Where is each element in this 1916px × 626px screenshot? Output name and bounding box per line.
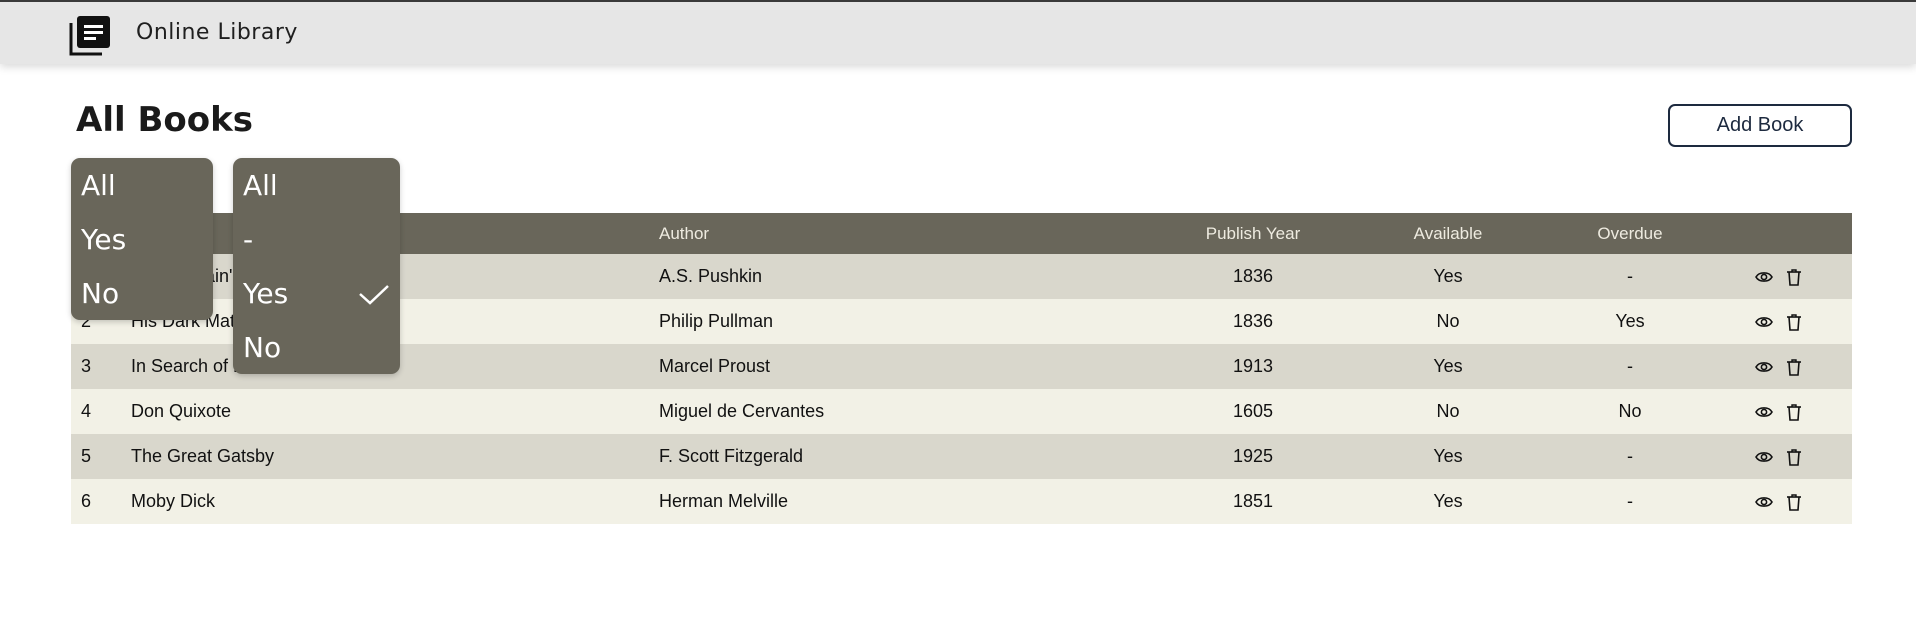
- book-available: Yes: [1433, 446, 1463, 466]
- available-option-yes[interactable]: Yes: [71, 212, 213, 266]
- book-overdue: -: [1627, 446, 1633, 466]
- add-book-button[interactable]: Add Book: [1668, 104, 1852, 147]
- book-publish-year: 1836: [1232, 311, 1274, 331]
- overdue-option-all[interactable]: All: [233, 158, 400, 212]
- available-option-no[interactable]: No: [71, 266, 213, 320]
- eye-icon[interactable]: [1754, 492, 1774, 512]
- header-author[interactable]: Author: [659, 213, 709, 254]
- overdue-option-dash[interactable]: -: [233, 212, 400, 266]
- app-title[interactable]: Online Library: [136, 20, 298, 45]
- book-publish-year: 1925: [1232, 446, 1274, 466]
- book-author: Miguel de Cervantes: [659, 401, 825, 421]
- row-number: 5: [81, 446, 92, 466]
- table-row[interactable]: 6 Moby Dick Herman Melville 1851 Yes -: [71, 479, 1852, 524]
- header-publish-year[interactable]: Publish Year: [1178, 213, 1328, 254]
- book-available: Yes: [1433, 266, 1463, 286]
- book-available: No: [1436, 401, 1460, 421]
- trash-icon[interactable]: [1784, 492, 1804, 512]
- available-filter-menu: All Yes No: [71, 158, 213, 320]
- row-actions: [1754, 434, 1814, 479]
- eye-icon[interactable]: [1754, 267, 1774, 287]
- header-available[interactable]: Available: [1373, 213, 1523, 254]
- book-stack-icon[interactable]: [68, 14, 112, 56]
- book-overdue: No: [1618, 401, 1642, 421]
- book-author: Herman Melville: [659, 491, 789, 511]
- trash-icon[interactable]: [1784, 267, 1804, 287]
- overdue-option-no[interactable]: No: [233, 320, 400, 374]
- book-publish-year: 1851: [1232, 491, 1274, 511]
- overdue-filter-menu: All - Yes No: [233, 158, 400, 374]
- table-row[interactable]: 5 The Great Gatsby F. Scott Fitzgerald 1925…: [71, 434, 1852, 479]
- book-publish-year: 1913: [1232, 356, 1274, 376]
- available-option-all[interactable]: All: [71, 158, 213, 212]
- book-title: Don Quixote: [131, 401, 232, 421]
- page-title: All Books: [76, 100, 253, 140]
- row-number: 4: [81, 401, 92, 421]
- book-author: Marcel Proust: [659, 356, 771, 376]
- row-number: 3: [81, 356, 92, 376]
- book-author: Philip Pullman: [659, 311, 774, 331]
- book-overdue: -: [1627, 266, 1633, 286]
- row-number: 6: [81, 491, 92, 511]
- eye-icon[interactable]: [1754, 447, 1774, 467]
- book-author: A.S. Pushkin: [659, 266, 763, 286]
- book-publish-year: 1605: [1232, 401, 1274, 421]
- book-publish-year: 1836: [1232, 266, 1274, 286]
- row-actions: [1754, 299, 1814, 344]
- book-available: Yes: [1433, 356, 1463, 376]
- book-title: The Great Gatsby: [131, 446, 275, 466]
- checkmark-icon: [358, 281, 390, 305]
- book-available: No: [1436, 311, 1460, 331]
- overdue-option-yes[interactable]: Yes: [233, 266, 400, 320]
- eye-icon[interactable]: [1754, 357, 1774, 377]
- row-actions: [1754, 479, 1814, 524]
- trash-icon[interactable]: [1784, 312, 1804, 332]
- top-navigation-bar: Online Library: [0, 0, 1916, 64]
- row-actions: [1754, 389, 1814, 434]
- header-overdue[interactable]: Overdue: [1555, 213, 1705, 254]
- book-overdue: -: [1627, 356, 1633, 376]
- row-actions: [1754, 254, 1814, 299]
- trash-icon[interactable]: [1784, 357, 1804, 377]
- overdue-option-yes-label: Yes: [243, 276, 289, 310]
- trash-icon[interactable]: [1784, 402, 1804, 422]
- book-available: Yes: [1433, 491, 1463, 511]
- row-actions: [1754, 344, 1814, 389]
- book-author: F. Scott Fitzgerald: [659, 446, 804, 466]
- book-overdue: Yes: [1615, 311, 1645, 331]
- eye-icon[interactable]: [1754, 402, 1774, 422]
- trash-icon[interactable]: [1784, 447, 1804, 467]
- table-row[interactable]: 4 Don Quixote Miguel de Cervantes 1605 No No: [71, 389, 1852, 434]
- book-title: Moby Dick: [131, 491, 216, 511]
- book-overdue: -: [1627, 491, 1633, 511]
- eye-icon[interactable]: [1754, 312, 1774, 332]
